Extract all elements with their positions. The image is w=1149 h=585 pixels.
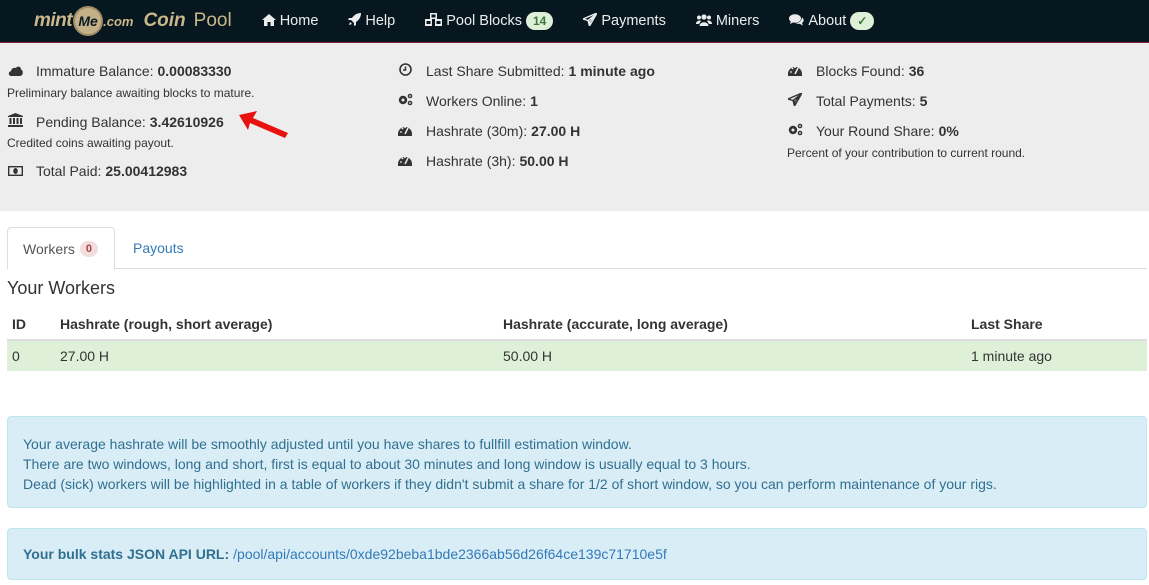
table-row: 0 27.00 H 50.00 H 1 minute ago xyxy=(7,340,1147,371)
nav-home-label: Home xyxy=(279,13,319,29)
nav-pool-blocks[interactable]: Pool Blocks 14 xyxy=(410,0,568,43)
col-id[interactable]: ID xyxy=(7,309,55,341)
hashrate-3h-label: Hashrate (3h): xyxy=(426,153,516,169)
immature-balance-value: 0.00083330 xyxy=(157,63,232,79)
tab-workers[interactable]: Workers 0 xyxy=(7,227,115,270)
cubes-icon xyxy=(425,13,443,29)
hashrate-3h: Hashrate (3h): 50.00 H xyxy=(397,153,569,169)
col-hashrate-accurate[interactable]: Hashrate (accurate, long average) xyxy=(498,309,966,341)
comments-icon xyxy=(789,13,805,29)
dashboard-icon xyxy=(787,64,803,79)
brand-dotcom: .com xyxy=(103,13,134,29)
hashrate-30m-value: 27.00 H xyxy=(531,123,581,139)
home-icon xyxy=(261,13,276,29)
nav-home[interactable]: Home xyxy=(252,0,334,43)
brand-pool: Pool xyxy=(193,10,232,31)
last-share-label: Last Share Submitted: xyxy=(426,63,565,79)
tab-payouts[interactable]: Payouts xyxy=(133,227,184,269)
workers-payouts-tabs: Workers 0 Payouts xyxy=(7,227,1147,270)
api-url-link[interactable]: /pool/api/accounts/0xde92beba1bde2366ab5… xyxy=(233,546,667,562)
pending-balance-value: 3.42610926 xyxy=(149,113,224,130)
bank-icon xyxy=(7,113,23,130)
gears-icon xyxy=(397,93,413,109)
dashboard-icon xyxy=(397,124,413,139)
paper-plane-icon xyxy=(785,91,804,109)
worker-id: 0 xyxy=(7,340,55,371)
about-check-badge: ✓ xyxy=(850,12,875,30)
brand-me-coin: Me xyxy=(73,6,104,36)
total-paid-value: 25.00412983 xyxy=(105,163,188,179)
pending-balance-label: Pending Balance: xyxy=(36,113,146,130)
cloud-icon xyxy=(7,64,23,79)
total-payments-label: Total Payments: xyxy=(816,93,916,109)
round-share: Your Round Share: 0% xyxy=(787,123,959,139)
workers-online-value: 1 xyxy=(530,93,538,109)
main-nav: Home Help Pool Blocks 14 Payments Miners… xyxy=(252,0,890,43)
immature-balance: Immature Balance: 0.00083330 xyxy=(7,63,231,79)
nav-miners-label: Miners xyxy=(715,13,760,29)
hashrate-30m-label: Hashrate (30m): xyxy=(426,123,528,139)
nav-help-label: Help xyxy=(365,13,396,29)
immature-balance-note: Preliminary balance awaiting blocks to m… xyxy=(7,86,255,100)
pending-balance-note: Credited coins awaiting payout. xyxy=(7,136,174,150)
round-share-label: Your Round Share: xyxy=(816,123,935,139)
users-icon xyxy=(695,13,712,29)
col-hashrate-rough[interactable]: Hashrate (rough, short average) xyxy=(55,309,498,341)
blocks-found-value: 36 xyxy=(908,63,925,79)
hashrate-30m: Hashrate (30m): 27.00 H xyxy=(397,123,580,139)
worker-hashrate-rough: 27.00 H xyxy=(55,340,498,371)
worker-hashrate-accurate: 50.00 H xyxy=(498,340,966,371)
last-share-value: 1 minute ago xyxy=(568,63,655,79)
nav-payments[interactable]: Payments xyxy=(568,0,680,43)
pool-blocks-badge: 14 xyxy=(525,12,554,30)
hashrate-3h-value: 50.00 H xyxy=(519,153,569,169)
info-line: Dead (sick) workers will be highlighted … xyxy=(23,476,997,492)
navbar: mint Me .com Coin Pool Home Help Pool Bl… xyxy=(0,0,1149,43)
workers-online: Workers Online: 1 xyxy=(397,93,538,109)
api-url-label: Your bulk stats JSON API URL: xyxy=(23,546,230,562)
your-workers-title: Your Workers xyxy=(7,278,116,298)
total-payments: Total Payments: 5 xyxy=(785,91,928,109)
paper-plane-icon xyxy=(581,11,600,29)
round-share-note: Percent of your contribution to current … xyxy=(787,146,1026,160)
workers-online-label: Workers Online: xyxy=(426,93,527,109)
col-last-share[interactable]: Last Share xyxy=(966,309,1147,341)
round-share-value: 0% xyxy=(938,123,959,139)
tab-workers-label: Workers xyxy=(23,240,75,257)
nav-help[interactable]: Help xyxy=(333,0,410,43)
hashrate-info-alert: Your average hashrate will be smoothly a… xyxy=(7,416,1147,508)
total-payments-value: 5 xyxy=(919,93,928,109)
api-url-alert: Your bulk stats JSON API URL: /pool/api/… xyxy=(7,528,1147,580)
total-paid: Total Paid: 25.00412983 xyxy=(7,163,187,179)
info-line: There are two windows, long and short, f… xyxy=(23,456,751,472)
money-icon xyxy=(7,164,23,179)
blocks-found-label: Blocks Found: xyxy=(816,63,905,79)
total-paid-label: Total Paid: xyxy=(36,163,102,179)
nav-pool-blocks-label: Pool Blocks xyxy=(446,13,522,29)
table-header-row: ID Hashrate (rough, short average) Hashr… xyxy=(7,309,1147,341)
gears-icon xyxy=(787,123,803,139)
clock-icon xyxy=(397,63,413,79)
workers-table: ID Hashrate (rough, short average) Hashr… xyxy=(7,309,1147,371)
nav-miners[interactable]: Miners xyxy=(681,0,775,43)
workers-count-badge: 0 xyxy=(79,240,98,257)
rocket-icon xyxy=(348,13,362,29)
brand-coin: Coin xyxy=(143,10,186,31)
info-line: Your average hashrate will be smoothly a… xyxy=(23,436,632,452)
last-share-submitted: Last Share Submitted: 1 minute ago xyxy=(397,63,655,79)
red-arrow-annotation xyxy=(239,111,288,138)
worker-last-share: 1 minute ago xyxy=(966,340,1147,371)
brand-mint: mint xyxy=(34,10,73,31)
nav-about[interactable]: About ✓ xyxy=(774,0,889,43)
nav-about-label: About xyxy=(808,13,847,29)
pending-balance: Pending Balance: 3.42610926 xyxy=(7,113,224,130)
account-stats-panel: Immature Balance: 0.00083330 Preliminary… xyxy=(0,43,1149,211)
immature-balance-label: Immature Balance: xyxy=(36,63,154,79)
brand-logo[interactable]: mint Me .com Coin Pool xyxy=(34,0,232,43)
dashboard-icon xyxy=(397,154,413,169)
nav-payments-label: Payments xyxy=(601,13,666,29)
blocks-found: Blocks Found: 36 xyxy=(787,63,924,79)
